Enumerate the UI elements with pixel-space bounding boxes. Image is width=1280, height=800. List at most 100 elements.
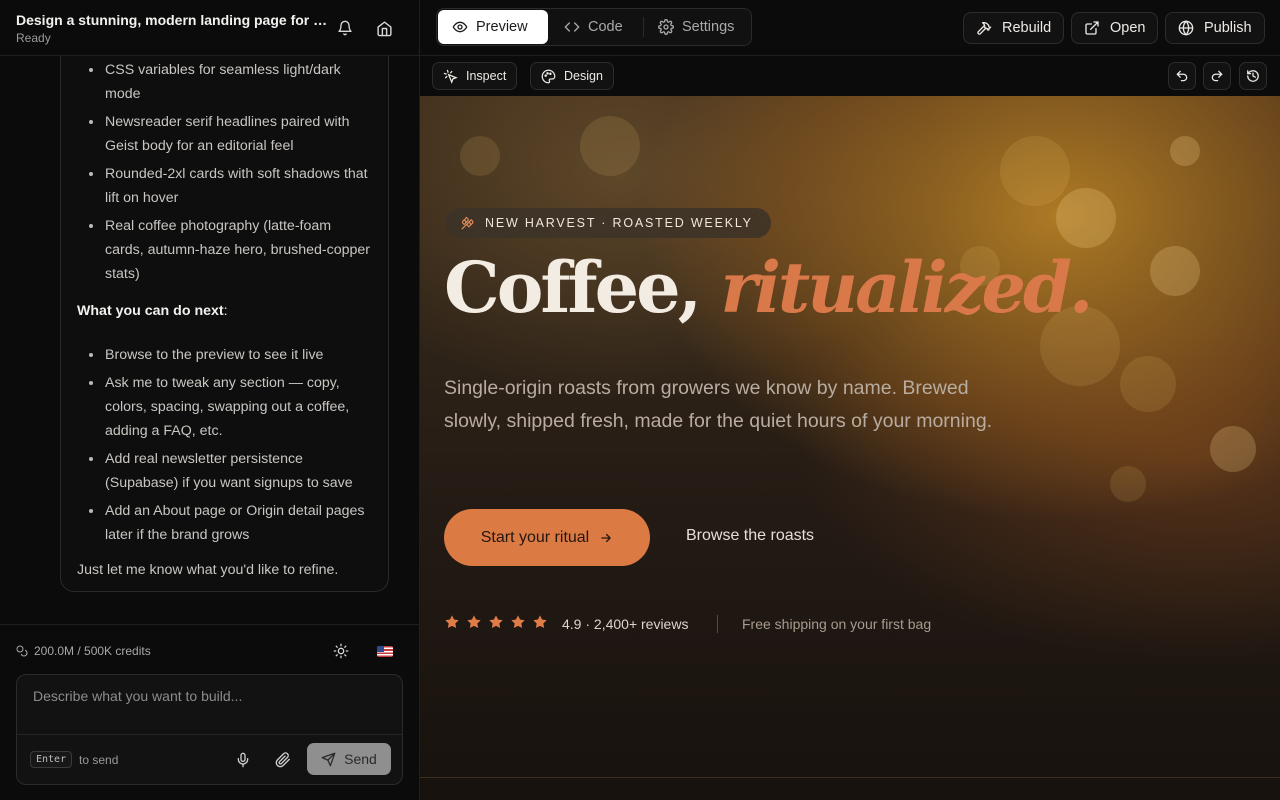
chat-messages[interactable]: CSS variables for seamless light/dark mo…	[0, 56, 420, 624]
headline-accent: ritualized.	[720, 246, 1093, 329]
assistant-message: CSS variables for seamless light/dark mo…	[60, 56, 389, 592]
credits-text: 200.0M / 500K credits	[34, 644, 151, 658]
list-item: Rounded-2xl cards with soft shadows that…	[61, 162, 390, 210]
gear-icon	[658, 19, 674, 35]
start-ritual-button[interactable]: Start your ritual	[444, 509, 650, 566]
star-icon	[489, 615, 503, 628]
arrow-right-icon	[601, 533, 611, 542]
bokeh-light	[1056, 188, 1116, 248]
message-footer: Just let me know what you'd like to refi…	[77, 562, 339, 578]
browse-roasts-link[interactable]: Browse the roasts	[686, 527, 814, 545]
design-label: Design	[564, 69, 603, 83]
top-bar: Preview Code Settings Rebuild Open Publi…	[420, 0, 1280, 56]
open-button[interactable]: Open	[1071, 12, 1159, 44]
composer: 200.0M / 500K credits Enter to send	[0, 624, 420, 800]
home-icon[interactable]	[372, 16, 396, 40]
headline-plain: Coffee,	[444, 246, 702, 329]
section-divider	[420, 777, 1280, 778]
design-button[interactable]: Design	[530, 62, 614, 90]
globe-icon	[1178, 20, 1194, 36]
list-item: Newsreader serif headlines paired with G…	[61, 110, 390, 158]
shipping-note: Free shipping on your first bag	[742, 616, 932, 632]
divider	[717, 615, 718, 633]
paperclip-icon[interactable]	[270, 747, 296, 773]
redo-icon	[1211, 70, 1223, 82]
microphone-icon[interactable]	[230, 747, 256, 773]
send-hint: to send	[79, 753, 119, 767]
prompt-input[interactable]	[17, 675, 402, 735]
cursor-click-icon	[443, 69, 458, 84]
chat-panel: Design a stunning, modern landing page f…	[0, 0, 420, 800]
inspect-label: Inspect	[466, 69, 507, 83]
send-button[interactable]: Send	[307, 743, 391, 775]
hero-badge-text: NEW HARVEST · ROASTED WEEKLY	[485, 216, 753, 230]
cta-primary-label: Start your ritual	[480, 528, 590, 546]
site-preview[interactable]: NEW HARVEST · ROASTED WEEKLY Coffee, rit…	[420, 96, 1280, 800]
bokeh-light	[460, 136, 500, 176]
hero-subheadline: Single-origin roasts from growers we kno…	[444, 377, 993, 432]
rating-stars	[444, 614, 548, 630]
bokeh-light	[1210, 426, 1256, 472]
view-switcher: Preview Code Settings	[436, 8, 752, 46]
prompt-box: Enter to send Send	[16, 674, 403, 785]
wheat-icon	[461, 216, 474, 230]
eye-icon	[452, 21, 468, 33]
undo-button[interactable]	[1168, 62, 1196, 90]
history-button[interactable]	[1239, 62, 1267, 90]
language-flag-icon[interactable]	[375, 641, 395, 661]
redo-button[interactable]	[1203, 62, 1231, 90]
feature-list: CSS variables for seamless light/dark mo…	[61, 58, 390, 290]
preview-toolbar: Inspect Design	[420, 56, 1280, 96]
rating-text: 4.9 · 2,400+ reviews	[562, 616, 689, 632]
send-icon	[321, 752, 336, 766]
coins-icon	[16, 645, 28, 657]
tab-settings-label: Settings	[682, 19, 735, 35]
tab-preview-label: Preview	[476, 19, 528, 35]
next-steps-list: Browse to the preview to see it live Ask…	[61, 343, 390, 551]
us-flag-icon	[377, 645, 393, 657]
app-root: Design a stunning, modern landing page f…	[0, 0, 1280, 800]
credits-indicator: 200.0M / 500K credits	[16, 644, 151, 658]
rebuild-label: Rebuild	[1002, 20, 1052, 36]
list-item: Add real newsletter persistence (Supabas…	[61, 447, 390, 495]
bokeh-light	[1120, 356, 1176, 412]
open-label: Open	[1110, 20, 1146, 36]
theme-toggle-sun-icon[interactable]	[331, 641, 351, 661]
hero-headline: Coffee, ritualized.	[444, 246, 1093, 329]
project-status: Ready	[16, 31, 51, 45]
inspect-button[interactable]: Inspect	[432, 62, 518, 90]
publish-button[interactable]: Publish	[1165, 12, 1265, 44]
send-label: Send	[344, 751, 377, 767]
hammer-icon	[977, 21, 992, 35]
chat-header: Design a stunning, modern landing page f…	[0, 0, 420, 56]
bokeh-light	[580, 116, 640, 176]
bokeh-light	[1110, 466, 1146, 502]
list-item: Ask me to tweak any section — copy, colo…	[61, 371, 390, 443]
next-steps-heading: What you can do next:	[77, 303, 228, 319]
publish-label: Publish	[1204, 20, 1252, 36]
list-item: Real coffee photography (latte-foam card…	[61, 214, 390, 286]
tab-settings[interactable]: Settings	[644, 10, 752, 44]
star-icon	[445, 615, 459, 628]
tab-code[interactable]: Code	[550, 10, 642, 44]
history-icon	[1247, 70, 1259, 82]
undo-icon	[1176, 70, 1188, 82]
bokeh-light	[1150, 246, 1200, 296]
palette-icon	[541, 69, 556, 83]
list-item: CSS variables for seamless light/dark mo…	[61, 58, 390, 106]
project-title: Design a stunning, modern landing page f…	[16, 12, 328, 28]
rebuild-button[interactable]: Rebuild	[963, 12, 1065, 44]
list-item: Browse to the preview to see it live	[61, 343, 390, 367]
bokeh-light	[1000, 136, 1070, 206]
tab-preview[interactable]: Preview	[438, 10, 548, 44]
star-icon	[467, 615, 481, 628]
bokeh-light	[1170, 136, 1200, 166]
tab-code-label: Code	[588, 19, 623, 35]
enter-key-hint: Enter	[30, 751, 73, 768]
star-icon	[511, 615, 525, 628]
hero-badge: NEW HARVEST · ROASTED WEEKLY	[445, 208, 771, 238]
external-link-icon	[1085, 21, 1099, 35]
list-item: Add an About page or Origin detail pages…	[61, 499, 390, 547]
star-icon	[533, 615, 547, 628]
bell-icon[interactable]	[333, 16, 357, 40]
